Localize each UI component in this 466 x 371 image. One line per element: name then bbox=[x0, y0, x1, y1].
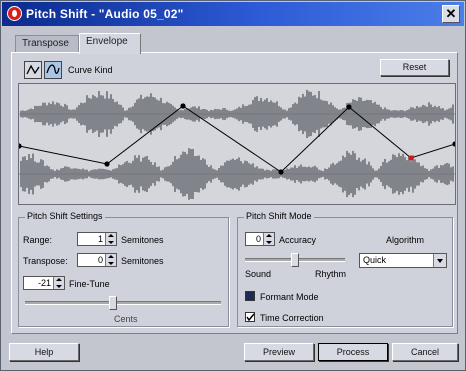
cancel-button[interactable]: Cancel bbox=[392, 343, 458, 361]
envelope-display[interactable] bbox=[16, 83, 458, 205]
window-title: Pitch Shift - "Audio 05_02" bbox=[26, 7, 184, 21]
pitch-shift-settings-title: Pitch Shift Settings bbox=[25, 211, 105, 221]
finetune-stepper[interactable]: -21 bbox=[23, 276, 65, 290]
app-icon bbox=[7, 6, 22, 21]
finetune-slider-track[interactable] bbox=[25, 301, 221, 305]
checkmark-icon bbox=[246, 313, 255, 322]
pitch-shift-settings-group: Pitch Shift Settings bbox=[18, 211, 229, 327]
curve-linear-button[interactable] bbox=[24, 61, 42, 79]
waveform-display bbox=[16, 84, 458, 204]
range-spin-arrows[interactable] bbox=[105, 233, 116, 245]
curve-spline-icon bbox=[46, 64, 60, 74]
sound-label: Sound bbox=[245, 269, 272, 279]
accuracy-spin-arrows[interactable] bbox=[263, 233, 274, 245]
reset-button[interactable]: Reset bbox=[380, 59, 449, 76]
finetune-slider-thumb[interactable] bbox=[109, 296, 118, 310]
formant-mode-label: Formant Mode bbox=[260, 292, 319, 302]
transpose-label: Transpose: bbox=[23, 256, 68, 266]
curve-linear-icon bbox=[26, 64, 40, 75]
pitch-shift-window: Pitch Shift - "Audio 05_02" ✕ Transpose … bbox=[0, 0, 466, 371]
rhythm-label: Rhythm bbox=[315, 269, 347, 279]
envelope-node[interactable] bbox=[278, 169, 284, 175]
finetune-value: -21 bbox=[37, 278, 51, 288]
preview-button[interactable]: Preview bbox=[244, 343, 314, 361]
range-stepper[interactable]: 1 bbox=[77, 232, 117, 246]
accuracy-label: Accuracy bbox=[279, 235, 317, 245]
formant-mode-checkbox[interactable] bbox=[245, 291, 255, 301]
curve-kind-label: Curve Kind bbox=[68, 65, 113, 75]
algorithm-select[interactable]: Quick bbox=[359, 253, 447, 268]
curve-spline-button[interactable] bbox=[44, 61, 62, 79]
algorithm-value: Quick bbox=[363, 255, 387, 265]
range-label: Range: bbox=[23, 235, 53, 245]
pitch-shift-mode-title: Pitch Shift Mode bbox=[244, 211, 314, 221]
transpose-spin-arrows[interactable] bbox=[105, 254, 116, 266]
time-correction-label: Time Correction bbox=[260, 313, 324, 323]
help-button[interactable]: Help bbox=[9, 343, 79, 361]
algorithm-label: Algorithm bbox=[386, 235, 425, 245]
transpose-unit-label: Semitones bbox=[121, 256, 164, 266]
range-unit-label: Semitones bbox=[121, 235, 164, 245]
accuracy-slider-thumb[interactable] bbox=[291, 253, 299, 267]
time-correction-checkbox[interactable] bbox=[245, 312, 255, 322]
tab-transpose[interactable]: Transpose bbox=[15, 35, 79, 53]
transpose-stepper[interactable]: 0 bbox=[77, 253, 117, 267]
envelope-node[interactable] bbox=[346, 104, 352, 110]
envelope-node-selected[interactable] bbox=[408, 155, 414, 161]
tab-envelope[interactable]: Envelope bbox=[79, 33, 141, 54]
accuracy-stepper[interactable]: 0 bbox=[245, 232, 275, 246]
chevron-down-icon[interactable] bbox=[433, 254, 446, 267]
accuracy-value: 0 bbox=[255, 234, 261, 244]
transpose-value: 0 bbox=[97, 255, 103, 265]
title-bar: Pitch Shift - "Audio 05_02" ✕ bbox=[2, 2, 464, 26]
close-button[interactable]: ✕ bbox=[442, 5, 460, 23]
cents-label: Cents bbox=[114, 314, 138, 324]
finetune-label: Fine-Tune bbox=[69, 279, 110, 289]
envelope-node[interactable] bbox=[104, 161, 110, 167]
finetune-spin-arrows[interactable] bbox=[53, 277, 64, 289]
range-value: 1 bbox=[97, 234, 103, 244]
process-button[interactable]: Process bbox=[318, 343, 388, 361]
envelope-node[interactable] bbox=[180, 103, 186, 109]
